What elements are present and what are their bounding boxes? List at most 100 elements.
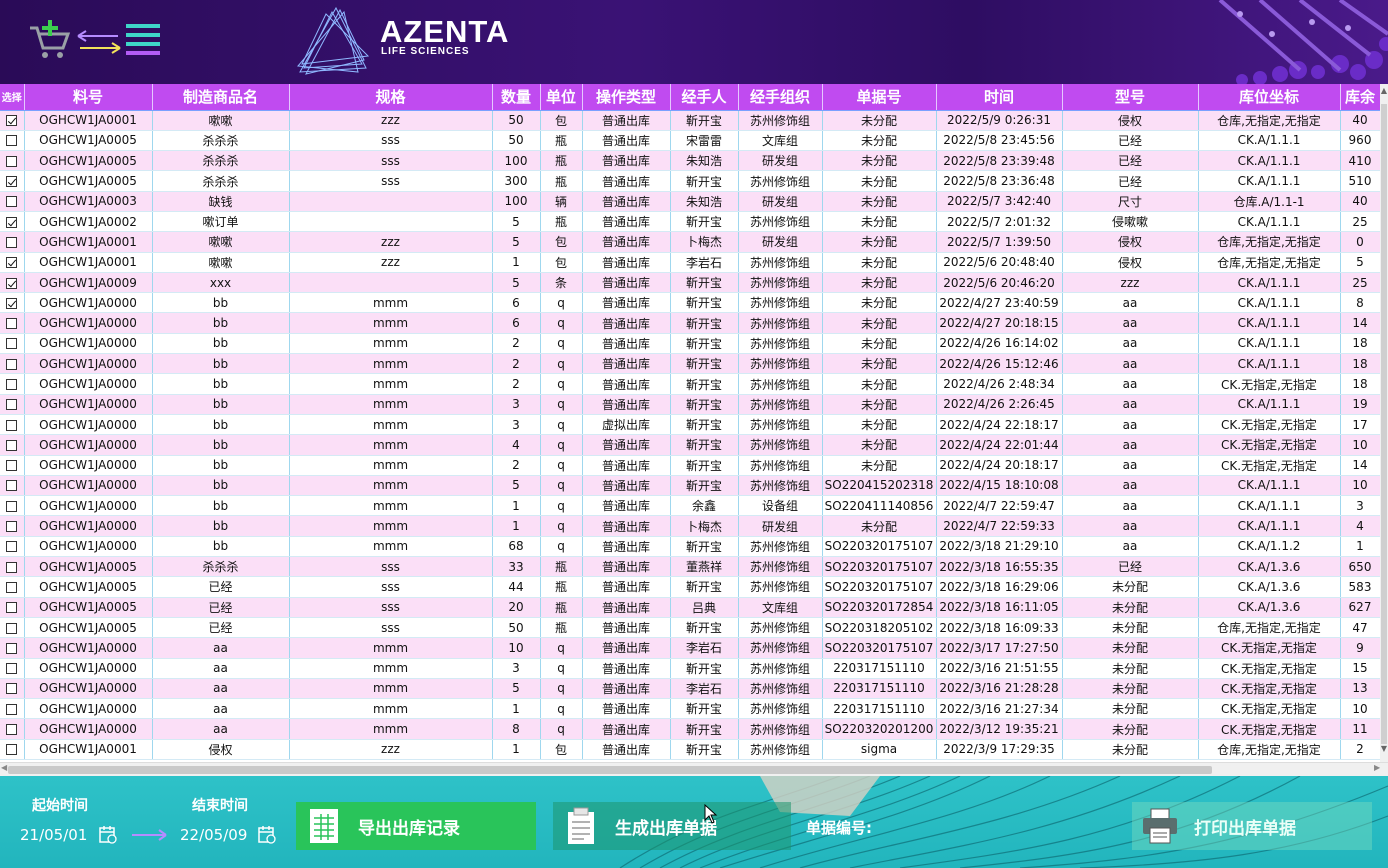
table-row[interactable]: OGHCW1JA0000 bb mmm 68 q 普通出库 靳开宝 苏州修饰组 SO220320… xyxy=(0,536,1381,558)
table-row[interactable]: OGHCW1JA0005 杀杀杀 sss 50 瓶普通出库 宋雷雷 文库组 未分配 2022/5… xyxy=(0,130,1381,152)
row-select-cell[interactable] xyxy=(0,475,25,497)
table-row[interactable]: OGHCW1JA0000 bb mmm 2 q 普通出库 靳开宝 苏州修饰组 未分配 2022/4… xyxy=(0,373,1381,395)
table-row[interactable]: OGHCW1JA0000 bb mmm 2 q 普通出库 靳开宝 苏州修饰组 未分配 2022/4… xyxy=(0,455,1381,476)
row-checkbox[interactable] xyxy=(6,541,18,553)
row-select-cell[interactable] xyxy=(0,252,25,273)
swap-arrows-icon[interactable] xyxy=(74,28,124,56)
table-row[interactable]: OGHCW1JA0000 bb mmm 2 q 普通出库 靳开宝 苏州修饰组 未分配 2022/4… xyxy=(0,333,1381,355)
row-checkbox[interactable] xyxy=(6,419,18,431)
column-header[interactable]: 经手组织 xyxy=(738,84,823,111)
start-date-value[interactable]: 21/05/01 xyxy=(20,826,87,844)
row-select-cell[interactable] xyxy=(0,231,25,253)
column-header[interactable]: 库余 xyxy=(1340,84,1381,111)
row-checkbox[interactable] xyxy=(6,176,18,188)
row-select-cell[interactable] xyxy=(0,495,25,517)
row-checkbox[interactable] xyxy=(6,724,18,736)
row-select-cell[interactable] xyxy=(0,556,25,578)
row-checkbox[interactable] xyxy=(6,480,18,492)
table-row[interactable]: OGHCW1JA0005 已经 sss 50 瓶普通出库 靳开宝 苏州修饰组 SO220318… xyxy=(0,617,1381,639)
row-select-cell[interactable] xyxy=(0,576,25,598)
row-select-cell[interactable] xyxy=(0,150,25,172)
table-row[interactable]: OGHCW1JA0000 bb mmm 3 q 虚拟出库 靳开宝 苏州修饰组 未分配 2022/4… xyxy=(0,414,1381,436)
row-checkbox[interactable] xyxy=(6,379,18,390)
row-checkbox[interactable] xyxy=(6,581,18,593)
table-row[interactable]: OGHCW1JA0000 bb mmm 4 q 普通出库 靳开宝 苏州修饰组 未分配 2022/4… xyxy=(0,434,1381,456)
table-row[interactable]: OGHCW1JA0003 缺钱 100 辆普通出库 朱知浩 研发组 未分配 2022/5/7 … xyxy=(0,191,1381,212)
column-header[interactable]: 制造商品名 xyxy=(152,84,290,111)
table-row[interactable]: OGHCW1JA0005 已经 sss 20 瓶普通出库 吕典 文库组 SO220320172… xyxy=(0,597,1381,618)
table-row[interactable]: OGHCW1JA0000 bb mmm 1 q 普通出库 卜梅杰 研发组 未分配 2022/4/7… xyxy=(0,515,1381,537)
column-header[interactable]: 规格 xyxy=(289,84,493,111)
export-records-button[interactable]: 导出出库记录 xyxy=(296,802,536,850)
table-row[interactable]: OGHCW1JA0009 xxx 5 条普通出库 靳开宝 苏州修饰组 未分配 2022/5/6… xyxy=(0,272,1381,294)
row-checkbox[interactable] xyxy=(6,338,18,350)
table-row[interactable]: OGHCW1JA0005 杀杀杀 sss 100 瓶普通出库 朱知浩 研发组 未分配 2022/… xyxy=(0,150,1381,172)
table-row[interactable]: OGHCW1JA0002 嗽订单 5 瓶普通出库 靳开宝 苏州修饰组 未分配 2022/5/7… xyxy=(0,211,1381,233)
column-header[interactable]: 料号 xyxy=(24,84,153,111)
row-checkbox[interactable] xyxy=(6,642,18,654)
row-checkbox[interactable] xyxy=(6,135,18,147)
row-select-cell[interactable] xyxy=(0,739,25,761)
generate-bill-button[interactable]: 生成出库单据 xyxy=(553,802,791,850)
table-row[interactable]: OGHCW1JA0000 bb mmm 3 q 普通出库 靳开宝 苏州修饰组 未分配 2022/4… xyxy=(0,394,1381,415)
row-checkbox[interactable] xyxy=(6,622,18,634)
table-row[interactable]: OGHCW1JA0005 杀杀杀 sss 33 瓶普通出库 董燕祥 苏州修饰组 SO22032… xyxy=(0,556,1381,578)
row-select-cell[interactable] xyxy=(0,536,25,558)
row-select-cell[interactable] xyxy=(0,637,25,659)
row-checkbox[interactable] xyxy=(6,196,18,208)
row-select-cell[interactable] xyxy=(0,333,25,355)
row-checkbox[interactable] xyxy=(6,216,18,228)
row-select-cell[interactable] xyxy=(0,353,25,375)
row-checkbox[interactable] xyxy=(6,399,18,411)
row-select-cell[interactable] xyxy=(0,292,25,314)
table-row[interactable]: OGHCW1JA0000 bb mmm 2 q 普通出库 靳开宝 苏州修饰组 未分配 2022/4… xyxy=(0,353,1381,375)
row-checkbox[interactable] xyxy=(6,663,18,675)
row-checkbox[interactable] xyxy=(6,744,18,756)
table-row[interactable]: OGHCW1JA0000 aa mmm 5 q 普通出库 李岩石 苏州修饰组 220317151… xyxy=(0,678,1381,700)
horizontal-scrollbar[interactable]: ◀ ▶ xyxy=(0,762,1388,776)
row-select-cell[interactable] xyxy=(0,678,25,700)
row-select-cell[interactable] xyxy=(0,394,25,415)
start-calendar-icon[interactable] xyxy=(98,825,118,845)
row-checkbox[interactable] xyxy=(6,277,18,289)
table-row[interactable]: OGHCW1JA0005 杀杀杀 sss 300 瓶普通出库 靳开宝 苏州修饰组 未分配 202… xyxy=(0,170,1381,192)
row-select-cell[interactable] xyxy=(0,272,25,294)
vertical-scroll-thumb[interactable] xyxy=(1381,104,1387,744)
print-bill-button[interactable]: 打印出库单据 xyxy=(1132,802,1372,850)
row-select-cell[interactable] xyxy=(0,191,25,212)
horizontal-scroll-thumb[interactable] xyxy=(8,766,1212,774)
row-checkbox[interactable] xyxy=(6,521,18,533)
row-select-cell[interactable] xyxy=(0,312,25,334)
table-row[interactable]: OGHCW1JA0001 嗽嗽 zzz 5 包普通出库 卜梅杰 研发组 未分配 2022/5/7… xyxy=(0,231,1381,253)
scroll-right-icon[interactable]: ▶ xyxy=(1374,763,1380,772)
row-checkbox[interactable] xyxy=(6,460,18,472)
table-row[interactable]: OGHCW1JA0000 aa mmm 3 q 普通出库 靳开宝 苏州修饰组 220317151… xyxy=(0,658,1381,679)
row-select-cell[interactable] xyxy=(0,170,25,192)
table-row[interactable]: OGHCW1JA0000 aa mmm 8 q 普通出库 靳开宝 苏州修饰组 SO2203202… xyxy=(0,718,1381,740)
column-header[interactable]: 数量 xyxy=(492,84,541,111)
row-select-cell[interactable] xyxy=(0,718,25,740)
row-select-cell[interactable] xyxy=(0,597,25,618)
row-select-cell[interactable] xyxy=(0,658,25,679)
column-header[interactable]: 时间 xyxy=(936,84,1063,111)
scroll-left-icon[interactable]: ◀ xyxy=(1,763,7,772)
row-checkbox[interactable] xyxy=(6,500,18,512)
row-select-cell[interactable] xyxy=(0,373,25,395)
table-row[interactable]: OGHCW1JA0001 嗽嗽 zzz 1 包普通出库 李岩石 苏州修饰组 未分配 2022/5… xyxy=(0,252,1381,273)
table-row[interactable]: OGHCW1JA0000 bb mmm 6 q 普通出库 靳开宝 苏州修饰组 未分配 2022/4… xyxy=(0,312,1381,334)
end-date-value[interactable]: 22/05/09 xyxy=(180,826,247,844)
row-checkbox[interactable] xyxy=(6,297,18,309)
menu-icon[interactable] xyxy=(126,22,160,58)
table-row[interactable]: OGHCW1JA0000 aa mmm 1 q 普通出库 靳开宝 苏州修饰组 220317151… xyxy=(0,698,1381,720)
row-checkbox[interactable] xyxy=(6,561,18,573)
table-row[interactable]: OGHCW1JA0005 已经 sss 44 瓶普通出库 靳开宝 苏州修饰组 SO220320… xyxy=(0,576,1381,598)
row-checkbox[interactable] xyxy=(6,318,18,330)
scroll-down-icon[interactable]: ▼ xyxy=(1380,744,1388,753)
vertical-scrollbar[interactable]: ▲ ▼ xyxy=(1380,84,1388,764)
row-select-cell[interactable] xyxy=(0,515,25,537)
row-checkbox[interactable] xyxy=(6,155,18,167)
row-select-cell[interactable] xyxy=(0,434,25,456)
row-checkbox[interactable] xyxy=(6,602,18,614)
row-select-cell[interactable] xyxy=(0,617,25,639)
table-row[interactable]: OGHCW1JA0000 aa mmm 10 q 普通出库 李岩石 苏州修饰组 SO220320… xyxy=(0,637,1381,659)
